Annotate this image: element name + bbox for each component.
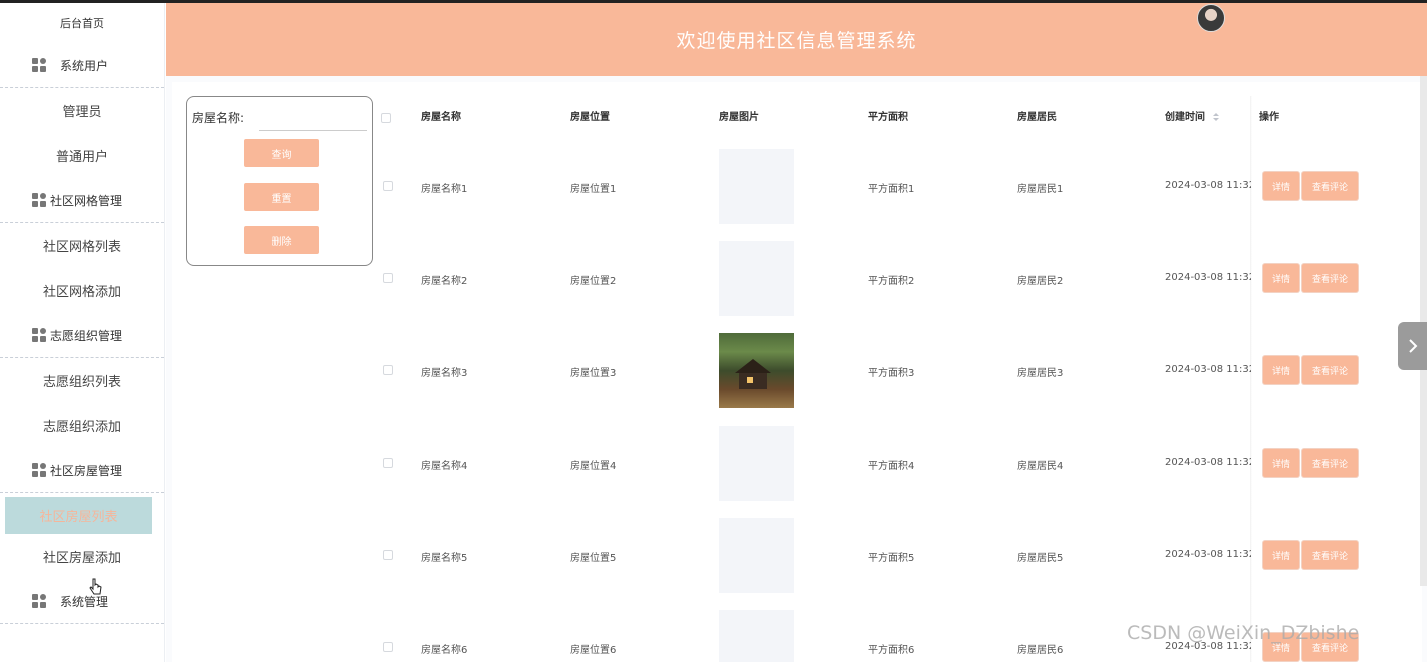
grid-icon <box>32 58 46 72</box>
cell-house-location: 房屋位置4 <box>570 461 617 472</box>
column-header-created[interactable]: 创建时间 <box>1165 106 1220 130</box>
cell-house-name: 房屋名称6 <box>421 645 468 656</box>
column-header-image: 房屋图片 <box>719 112 759 123</box>
house-picture-icon <box>735 359 771 389</box>
cell-resident: 房屋居民4 <box>1017 461 1064 472</box>
row-checkbox[interactable] <box>383 458 393 468</box>
cell-created-time: 2024-03-08 11:32: <box>1165 549 1251 560</box>
chevron-right-icon <box>1408 339 1417 353</box>
column-header-name: 房屋名称 <box>421 112 461 123</box>
cell-house-name: 房屋名称5 <box>421 553 468 564</box>
page-title: 欢迎使用社区信息管理系统 <box>676 30 917 52</box>
house-image-placeholder[interactable] <box>719 610 794 662</box>
sidebar-group-label: 系统用户 <box>60 58 109 73</box>
column-header-resident: 房屋居民 <box>1017 112 1057 123</box>
cell-house-location: 房屋位置6 <box>570 645 617 656</box>
column-header-location: 房屋位置 <box>570 112 610 123</box>
cell-area: 平方面积2 <box>868 276 915 287</box>
cell-resident: 房屋居民2 <box>1017 276 1064 287</box>
cell-house-name: 房屋名称2 <box>421 276 468 287</box>
house-image-placeholder[interactable] <box>719 149 794 224</box>
top-header: 欢迎使用社区信息管理系统 <box>166 3 1427 76</box>
cell-house-location: 房屋位置3 <box>570 368 617 379</box>
row-checkbox[interactable] <box>383 181 393 191</box>
cell-resident: 房屋居民1 <box>1017 184 1064 195</box>
cell-created-time: 2024-03-08 11:32: <box>1165 364 1251 375</box>
detail-button[interactable]: 详情 <box>1263 541 1299 569</box>
column-header-area: 平方面积 <box>868 112 908 123</box>
cell-area: 平方面积1 <box>868 184 915 195</box>
table-row: 房屋名称4 房屋位置4 平方面积4 房屋居民4 2024-03-08 11:32… <box>0 417 1427 509</box>
cell-area: 平方面积5 <box>868 553 915 564</box>
cell-created-time: 2024-03-08 11:32: <box>1165 272 1251 283</box>
expand-panel-button[interactable] <box>1398 322 1427 370</box>
cell-house-name: 房屋名称4 <box>421 461 468 472</box>
cell-house-name: 房屋名称3 <box>421 368 468 379</box>
house-image-placeholder[interactable] <box>719 518 794 593</box>
column-header-actions: 操作 <box>1259 112 1279 123</box>
detail-button[interactable]: 详情 <box>1263 449 1299 477</box>
row-checkbox[interactable] <box>383 365 393 375</box>
select-all-checkbox[interactable] <box>381 113 391 123</box>
window-top-border <box>0 0 1427 3</box>
house-image-placeholder[interactable] <box>719 241 794 316</box>
cell-area: 平方面积4 <box>868 461 915 472</box>
sidebar-item-home[interactable]: 后台首页 <box>0 3 164 43</box>
detail-button[interactable]: 详情 <box>1263 172 1299 200</box>
cell-house-name: 房屋名称1 <box>421 184 468 195</box>
avatar[interactable] <box>1197 4 1225 32</box>
cell-created-time: 2024-03-08 11:32: <box>1165 180 1251 191</box>
cell-house-location: 房屋位置1 <box>570 184 617 195</box>
detail-button[interactable]: 详情 <box>1263 356 1299 384</box>
row-checkbox[interactable] <box>383 550 393 560</box>
table-row: 房屋名称5 房屋位置5 平方面积5 房屋居民5 2024-03-08 11:32… <box>0 509 1427 601</box>
table-header: 房屋名称 房屋位置 房屋图片 平方面积 房屋居民 创建时间 操作 <box>0 106 1427 130</box>
cell-area: 平方面积3 <box>868 368 915 379</box>
watermark: CSDN @WeiXin_DZbishe <box>1127 622 1360 644</box>
view-comments-button[interactable]: 查看评论 <box>1302 356 1358 384</box>
cell-house-location: 房屋位置5 <box>570 553 617 564</box>
cell-house-location: 房屋位置2 <box>570 276 617 287</box>
table-row: 房屋名称1 房屋位置1 平方面积1 房屋居民1 2024-03-08 11:32… <box>0 140 1427 232</box>
table-row: 房屋名称3 房屋位置3 平方面积3 房屋居民3 2024-03-08 11:32… <box>0 324 1427 416</box>
row-checkbox[interactable] <box>383 273 393 283</box>
detail-button[interactable]: 详情 <box>1263 264 1299 292</box>
cell-resident: 房屋居民6 <box>1017 645 1064 656</box>
column-header-created-label: 创建时间 <box>1165 112 1205 123</box>
row-checkbox[interactable] <box>383 642 393 652</box>
sort-caret-icon[interactable] <box>1212 112 1220 122</box>
view-comments-button[interactable]: 查看评论 <box>1302 264 1358 292</box>
cell-resident: 房屋居民3 <box>1017 368 1064 379</box>
sidebar-group-system-users[interactable]: 系统用户 <box>0 43 164 88</box>
view-comments-button[interactable]: 查看评论 <box>1302 172 1358 200</box>
view-comments-button[interactable]: 查看评论 <box>1302 541 1358 569</box>
view-comments-button[interactable]: 查看评论 <box>1302 449 1358 477</box>
cell-area: 平方面积6 <box>868 645 915 656</box>
cell-resident: 房屋居民5 <box>1017 553 1064 564</box>
house-image[interactable] <box>719 333 794 408</box>
cell-created-time: 2024-03-08 11:32: <box>1165 457 1251 468</box>
table-row: 房屋名称2 房屋位置2 平方面积2 房屋居民2 2024-03-08 11:32… <box>0 232 1427 324</box>
house-image-placeholder[interactable] <box>719 426 794 501</box>
